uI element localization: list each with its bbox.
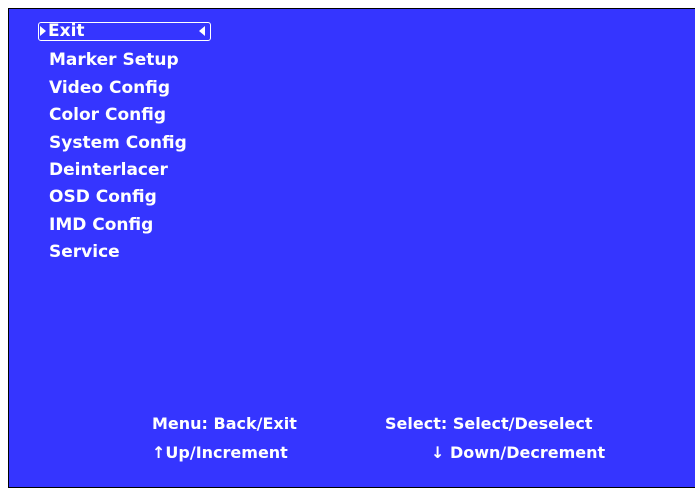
- menu-item-label: IMD Config: [49, 214, 154, 235]
- menu-item-osd-config[interactable]: OSD Config: [38, 186, 211, 213]
- menu-item-label: System Config: [49, 132, 187, 153]
- menu-item-label: Exit: [48, 21, 85, 41]
- osd-main-menu: Exit Marker Setup Video Config Color Con…: [8, 8, 695, 488]
- menu-item-exit[interactable]: Exit: [38, 22, 211, 41]
- help-up-increment: ↑Up/Increment: [152, 443, 288, 462]
- help-menu-back-exit: Menu: Back/Exit: [152, 414, 297, 433]
- help-select-deselect: Select: Select/Deselect: [385, 414, 593, 433]
- help-down-decrement: ↓ Down/Decrement: [431, 443, 606, 462]
- menu-item-video-config[interactable]: Video Config: [38, 77, 211, 104]
- menu-item-system-config[interactable]: System Config: [38, 132, 211, 159]
- menu-item-imd-config[interactable]: IMD Config: [38, 214, 211, 241]
- menu-item-label: OSD Config: [49, 187, 157, 208]
- pointer-right-icon: [40, 26, 46, 36]
- main-menu-list: Exit Marker Setup Video Config Color Con…: [38, 22, 211, 269]
- menu-item-marker-setup[interactable]: Marker Setup: [38, 49, 211, 76]
- menu-item-color-config[interactable]: Color Config: [38, 104, 211, 131]
- pointer-left-icon: [199, 26, 205, 36]
- menu-item-label: Service: [49, 242, 120, 263]
- menu-item-label: Video Config: [49, 77, 171, 98]
- menu-item-label: Deinterlacer: [49, 159, 168, 180]
- menu-item-label: Color Config: [49, 105, 166, 126]
- menu-item-deinterlacer[interactable]: Deinterlacer: [38, 159, 211, 186]
- menu-item-label: Marker Setup: [49, 50, 179, 71]
- menu-item-service[interactable]: Service: [38, 241, 211, 268]
